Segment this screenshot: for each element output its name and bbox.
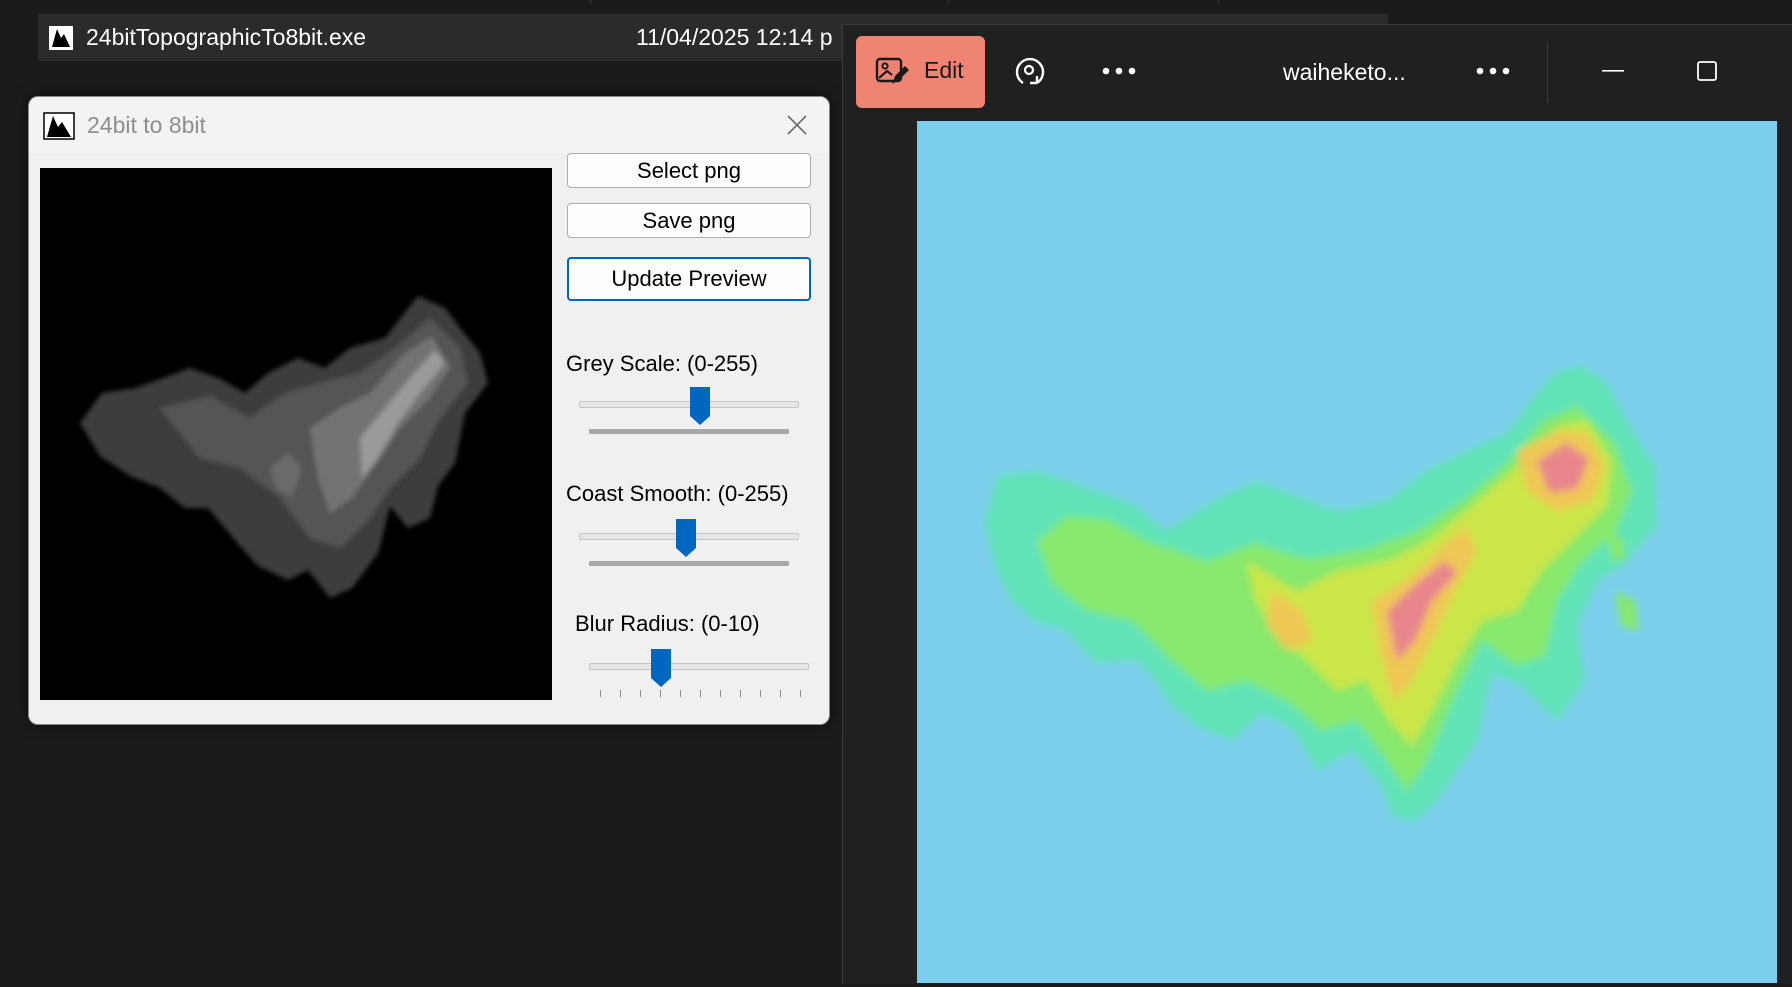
preview-image [40, 168, 552, 700]
app-icon [43, 112, 75, 140]
blur-radius-tick [660, 690, 661, 697]
more-icon [1102, 67, 1136, 75]
blur-radius-tick [720, 690, 721, 697]
more-options-button[interactable] [1099, 55, 1139, 87]
photos-viewer-window: Edit waiheketo... [842, 24, 1792, 984]
blur-radius-tick [640, 690, 641, 697]
grey-scale-label: Grey Scale: (0-255) [566, 351, 758, 376]
title-more-button[interactable] [1473, 55, 1513, 87]
blur-radius-tick [700, 690, 701, 697]
file-name: 24bitTopographicTo8bit.exe [86, 24, 367, 50]
explorer-column-divider [1218, 0, 1219, 4]
minimize-button[interactable] [1589, 51, 1637, 91]
more-icon [1476, 67, 1510, 75]
converter-dialog: 24bit to 8bit Select png Save png Update… [28, 96, 830, 725]
colored-island-map [985, 366, 1657, 821]
blur-radius-tick [780, 690, 781, 697]
edit-button[interactable]: Edit [856, 36, 985, 108]
explorer-column-divider [948, 0, 949, 4]
update-preview-button[interactable]: Update Preview [567, 257, 811, 301]
app-icon [49, 26, 73, 50]
close-icon [787, 115, 807, 135]
edit-image-icon [875, 57, 909, 84]
save-png-button[interactable]: Save png [567, 203, 811, 238]
minimize-icon [1602, 70, 1624, 72]
toolbar-separator [1547, 43, 1548, 103]
blur-radius-tick [800, 690, 801, 697]
explorer-column-divider [590, 0, 591, 4]
file-date-modified: 11/04/2025 12:14 p [636, 24, 833, 50]
rotate-button[interactable] [1007, 49, 1051, 93]
blur-radius-tick [760, 690, 761, 697]
blur-radius-tick [740, 690, 741, 697]
blur-radius-tick [680, 690, 681, 697]
greyscale-island-preview [80, 296, 488, 598]
maximize-icon [1697, 61, 1717, 81]
dialog-title: 24bit to 8bit [87, 112, 206, 138]
blur-radius-tick [600, 690, 601, 697]
rotate-icon [1015, 57, 1045, 85]
blur-radius-slider-track[interactable] [589, 663, 809, 670]
image-title: waiheketo... [1283, 59, 1406, 85]
blur-radius-label: Blur Radius: (0-10) [575, 611, 760, 636]
maximize-button[interactable] [1683, 51, 1731, 91]
grey-scale-slider-bar [589, 429, 789, 434]
coast-smooth-label: Coast Smooth: (0-255) [566, 481, 789, 506]
dialog-title-bar[interactable]: 24bit to 8bit [29, 97, 829, 153]
grey-scale-slider-thumb[interactable] [689, 386, 711, 426]
coast-smooth-slider-bar [589, 561, 789, 566]
coast-smooth-slider-thumb[interactable] [675, 518, 697, 558]
blur-radius-slider-thumb[interactable] [650, 648, 672, 688]
select-png-button[interactable]: Select png [567, 153, 811, 188]
edit-label: Edit [924, 57, 964, 83]
blur-radius-tick [620, 690, 621, 697]
close-button[interactable] [781, 109, 813, 141]
topographic-map-image [917, 121, 1777, 983]
